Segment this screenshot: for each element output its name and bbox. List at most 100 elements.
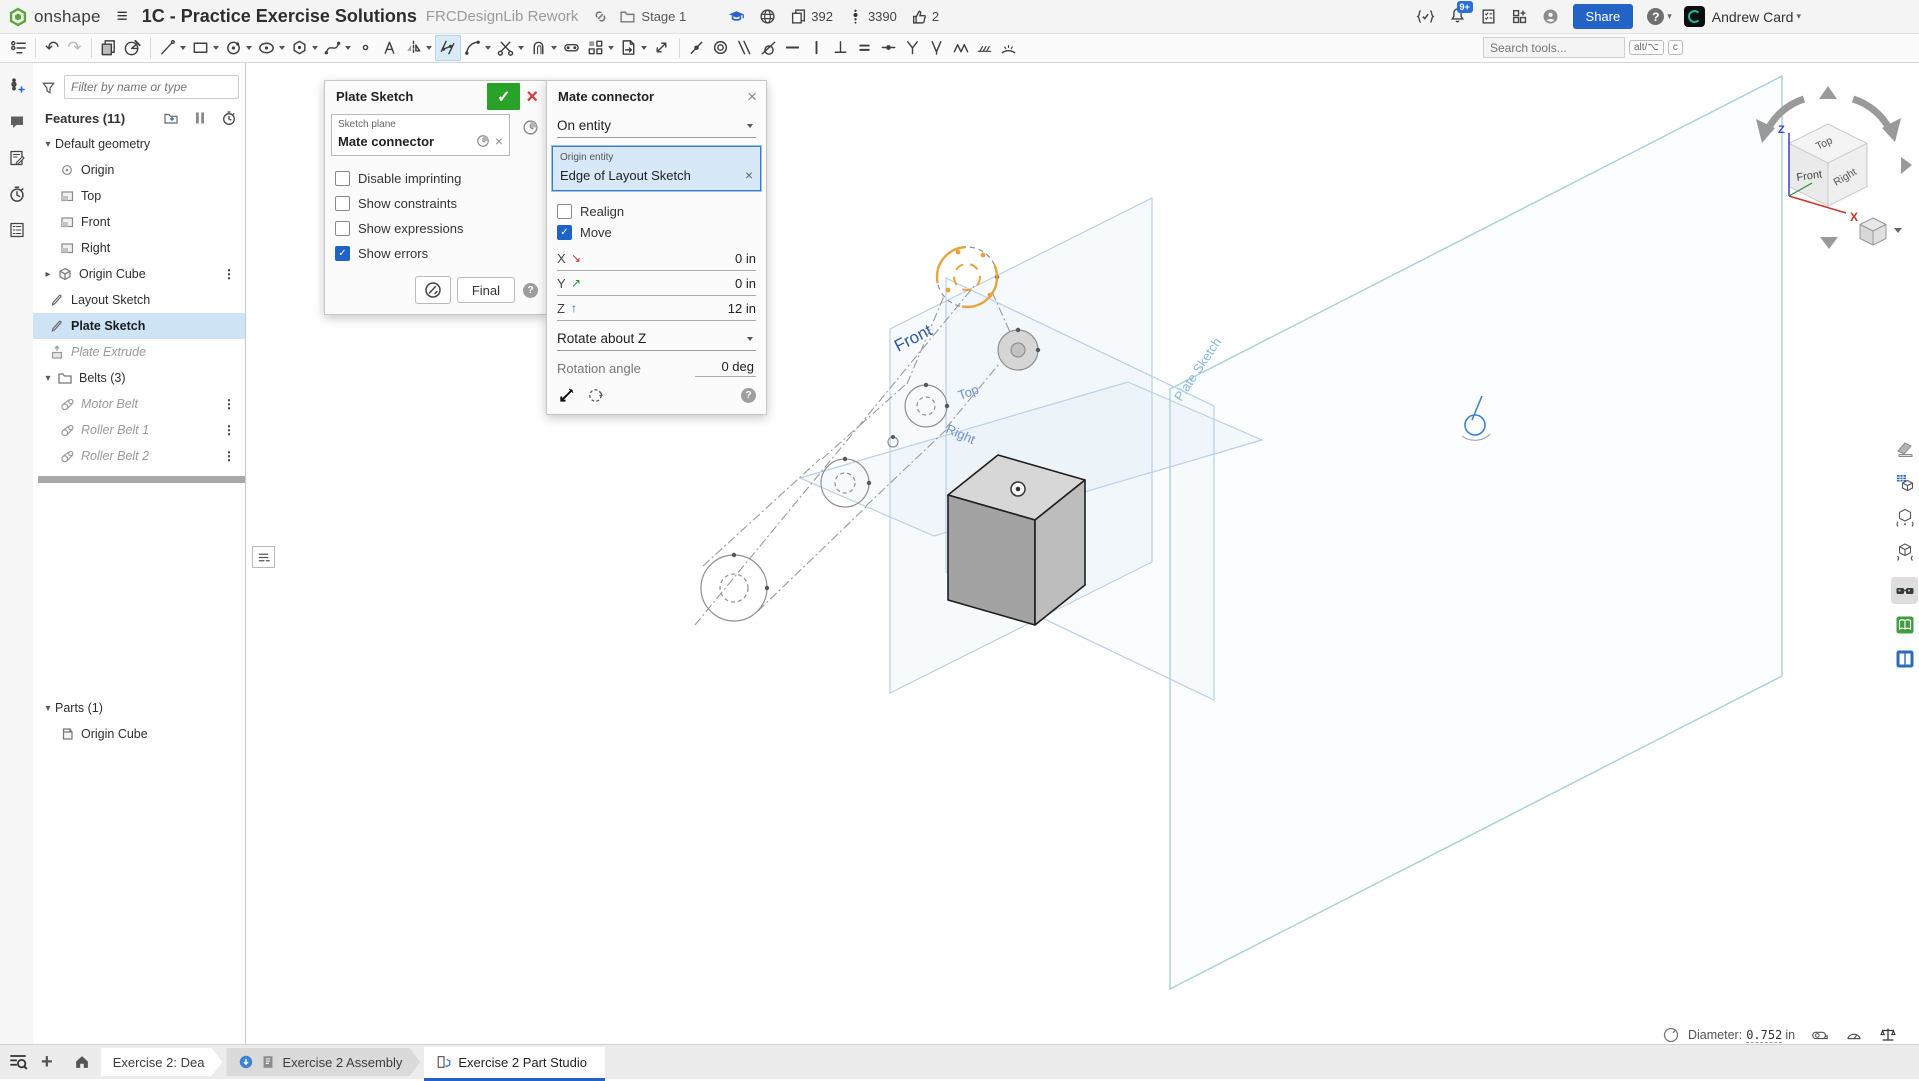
tab-exercise-2-part-studio[interactable]: Exercise 2 Part Studio bbox=[424, 1047, 605, 1081]
folder-location[interactable]: Stage 1 bbox=[641, 9, 686, 24]
appearance-panel-icon[interactable] bbox=[1891, 577, 1918, 604]
z-offset-field[interactable]: Z ↑ 12 in bbox=[557, 296, 756, 321]
show-constraints-checkbox[interactable]: Show constraints bbox=[325, 191, 546, 216]
y-offset-value[interactable]: 0 in bbox=[589, 276, 756, 291]
help-caret-icon[interactable]: ▾ bbox=[1667, 11, 1672, 22]
checkbox-unchecked[interactable] bbox=[557, 204, 572, 219]
learning-center-icon[interactable] bbox=[1891, 611, 1918, 638]
horizontal-constraint-icon[interactable] bbox=[781, 36, 805, 60]
versions-icon[interactable] bbox=[847, 8, 864, 25]
vertical-constraint-icon[interactable] bbox=[805, 36, 829, 60]
rectangle-tool-icon[interactable] bbox=[189, 36, 213, 60]
arc-tool-caret[interactable] bbox=[485, 46, 491, 50]
import-dxf-icon[interactable] bbox=[617, 36, 641, 60]
z-offset-value[interactable]: 12 in bbox=[589, 301, 756, 316]
context-menu-icon[interactable]: ⋮ bbox=[223, 449, 235, 463]
spline-tool-icon[interactable] bbox=[321, 36, 345, 60]
variables-table-icon[interactable] bbox=[1891, 469, 1918, 496]
curve-pattern-icon[interactable] bbox=[997, 36, 1021, 60]
create-version-icon[interactable] bbox=[5, 74, 29, 98]
copy-paste-sketch-icon[interactable] bbox=[97, 36, 121, 60]
documentation-panel-icon[interactable] bbox=[1891, 645, 1918, 672]
rollback-bar[interactable] bbox=[38, 476, 245, 483]
polygon-tool-icon[interactable] bbox=[288, 36, 312, 60]
placement-mode-select[interactable]: On entity bbox=[557, 114, 756, 138]
equal-constraint-icon[interactable] bbox=[853, 36, 877, 60]
dimension-tool-icon[interactable] bbox=[435, 35, 461, 61]
chevron-down-icon[interactable]: ▾ bbox=[41, 703, 55, 714]
mass-properties-icon[interactable] bbox=[1879, 1026, 1897, 1044]
trim-tool-icon[interactable] bbox=[494, 36, 518, 60]
line-tool-icon[interactable] bbox=[156, 36, 180, 60]
tree-item-default-geometry[interactable]: ▾ Default geometry bbox=[33, 131, 245, 157]
search-tools-input[interactable] bbox=[1483, 37, 1625, 58]
chevron-down-icon[interactable]: ▾ bbox=[41, 139, 55, 150]
origin-marker[interactable] bbox=[1011, 482, 1025, 496]
select-caret-icon[interactable] bbox=[747, 124, 753, 128]
tree-item-top-plane[interactable]: Top bbox=[33, 183, 245, 209]
clear-selection-icon[interactable]: × bbox=[745, 167, 753, 183]
checkbox-checked[interactable]: ✓ bbox=[557, 225, 572, 240]
move-checkbox[interactable]: ✓ Move bbox=[547, 222, 766, 246]
pierce-constraint-icon[interactable] bbox=[973, 36, 997, 60]
concentric-constraint-icon[interactable] bbox=[709, 36, 733, 60]
close-x-button[interactable]: × bbox=[747, 88, 757, 105]
tree-item-layout-sketch[interactable]: Layout Sketch bbox=[33, 287, 245, 313]
show-expressions-checkbox[interactable]: Show expressions bbox=[325, 216, 546, 241]
plate-sketch-dialog-header[interactable]: Plate Sketch ✓ × bbox=[325, 81, 546, 112]
tree-item-roller-belt-1[interactable]: Roller Belt 1 ⋮ bbox=[33, 417, 245, 443]
offset-tool-caret[interactable] bbox=[551, 46, 557, 50]
help-icon[interactable]: ? bbox=[1647, 8, 1664, 25]
tree-parts-header[interactable]: ▾ Parts (1) bbox=[33, 695, 245, 721]
onshape-logo-icon[interactable] bbox=[8, 7, 28, 27]
tree-item-plate-extrude[interactable]: Plate Extrude bbox=[33, 339, 245, 365]
checkbox-checked[interactable]: ✓ bbox=[335, 246, 350, 261]
redo-icon[interactable]: ↷ bbox=[63, 38, 85, 58]
origin-entity-field[interactable]: Origin entity Edge of Layout Sketch × bbox=[552, 146, 761, 191]
checkbox-unchecked[interactable] bbox=[335, 196, 350, 211]
tab-manager-icon[interactable] bbox=[7, 1051, 29, 1073]
tasks-icon[interactable] bbox=[1480, 8, 1497, 25]
disable-imprinting-checkbox[interactable]: Disable imprinting bbox=[325, 166, 546, 191]
final-button[interactable]: Final bbox=[457, 277, 515, 303]
release-notes-icon[interactable] bbox=[5, 146, 29, 170]
diameter-value[interactable]: 0.752 bbox=[1746, 1028, 1782, 1043]
mate-connector-dialog-header[interactable]: Mate connector × bbox=[547, 81, 766, 112]
mirror-tool-caret[interactable] bbox=[426, 46, 432, 50]
sketch-dimension-list-button[interactable] bbox=[252, 546, 275, 568]
origin-cube-part[interactable] bbox=[948, 455, 1085, 625]
realign-checkbox[interactable]: Realign bbox=[547, 201, 766, 222]
chevron-down-icon[interactable]: ▾ bbox=[41, 373, 55, 384]
rotation-angle-value[interactable]: 0 deg bbox=[695, 359, 756, 377]
sketch-plane-field[interactable]: Sketch plane Mate connector × bbox=[331, 114, 510, 156]
ellipse-tool-caret[interactable] bbox=[279, 46, 285, 50]
tree-item-part-origin-cube[interactable]: Origin Cube bbox=[33, 721, 245, 747]
regeneration-clock-icon[interactable] bbox=[221, 110, 237, 126]
history-icon[interactable] bbox=[5, 182, 29, 206]
measure-tool-icon[interactable] bbox=[1891, 435, 1918, 462]
y-offset-field[interactable]: Y ↗ 0 in bbox=[557, 271, 756, 296]
tree-item-roller-belt-2[interactable]: Roller Belt 2 ⋮ bbox=[33, 443, 245, 469]
home-tab-icon[interactable] bbox=[67, 1049, 97, 1075]
slot-tool-icon[interactable] bbox=[560, 36, 584, 60]
add-tab-button[interactable]: + bbox=[41, 1051, 53, 1074]
sketch-dimension-button[interactable] bbox=[415, 276, 451, 304]
perpendicular-constraint-icon[interactable] bbox=[829, 36, 853, 60]
feature-filter-input[interactable] bbox=[64, 75, 239, 99]
polygon-tool-caret[interactable] bbox=[312, 46, 318, 50]
import-dxf-caret[interactable] bbox=[641, 46, 647, 50]
workspace-name[interactable]: FRCDesignLib Rework bbox=[426, 8, 579, 25]
normal-constraint-icon[interactable] bbox=[925, 36, 949, 60]
tree-item-plate-sketch[interactable]: Plate Sketch bbox=[33, 313, 245, 339]
user-name[interactable]: Andrew Card bbox=[1712, 9, 1794, 25]
comments-icon[interactable] bbox=[5, 110, 29, 134]
ellipse-tool-icon[interactable] bbox=[255, 36, 279, 60]
rotation-angle-field[interactable]: Rotation angle 0 deg bbox=[557, 359, 756, 377]
dialog-help-icon[interactable]: ? bbox=[741, 388, 756, 403]
share-button[interactable]: Share bbox=[1573, 4, 1634, 29]
tree-item-right-plane[interactable]: Right bbox=[33, 235, 245, 261]
x-offset-field[interactable]: X ↘ 0 in bbox=[557, 246, 756, 271]
cancel-x-button[interactable]: × bbox=[526, 87, 538, 107]
chevron-right-icon[interactable]: ▸ bbox=[41, 269, 55, 280]
circle-tool-caret[interactable] bbox=[246, 46, 252, 50]
